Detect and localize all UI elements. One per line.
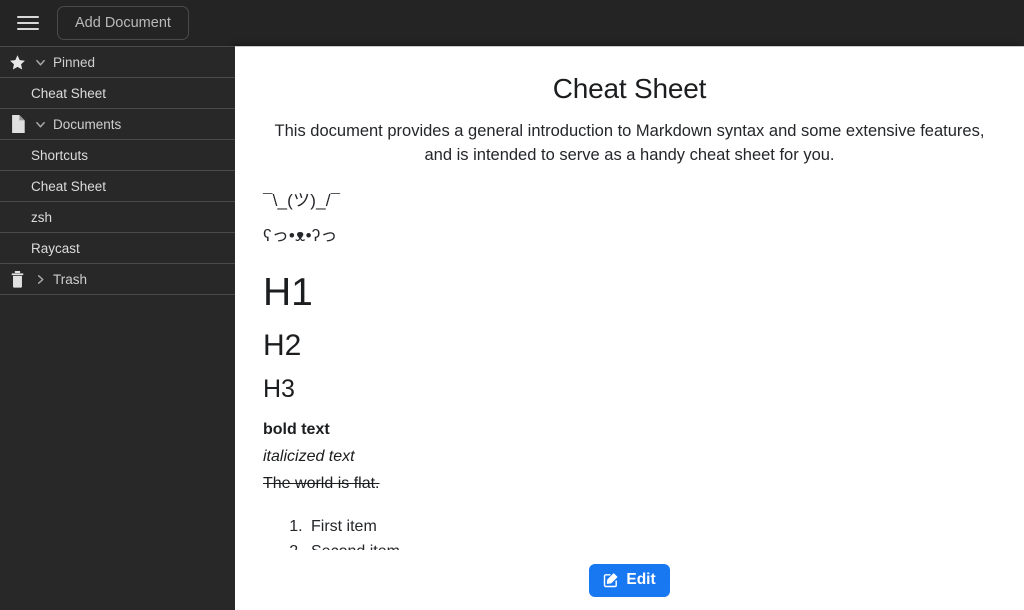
document-title: Cheat Sheet — [552, 73, 707, 104]
chevron-down-icon[interactable] — [30, 57, 50, 68]
document-scroll-area: Cheat Sheet This document provides a gen… — [235, 47, 1024, 610]
italic-text-sample: italicized text — [263, 448, 355, 466]
app-window: Add Document Pinned Cheat Sheet Document… — [0, 0, 1024, 610]
sidebar-item-shortcuts[interactable]: Shortcuts — [0, 140, 235, 171]
hamburger-bar — [17, 28, 39, 30]
sidebar-item-label: Raycast — [31, 240, 80, 256]
pencil-square-edit-icon — [603, 572, 619, 588]
sidebar-group-label: Pinned — [53, 54, 96, 70]
sidebar-item-label: Cheat Sheet — [31, 178, 107, 194]
bold-text-sample: bold text — [263, 421, 330, 439]
strikethrough-text-sample: The world is flat. — [263, 475, 380, 493]
sidebar-item-pinned-cheat-sheet[interactable]: Cheat Sheet — [0, 78, 235, 109]
list-item: First item — [307, 515, 996, 539]
chevron-right-icon[interactable] — [30, 274, 50, 285]
star-icon — [4, 54, 30, 71]
top-bar: Add Document — [0, 0, 1024, 46]
hamburger-bar — [17, 16, 39, 18]
kaomoji-shrug: ¯\_(ツ)_/¯ — [263, 190, 341, 210]
edit-button[interactable]: Edit — [589, 563, 670, 597]
chevron-down-icon[interactable] — [30, 119, 50, 130]
sidebar-group-documents[interactable]: Documents — [0, 109, 235, 140]
document-intro-paragraph: This document provides a general introdu… — [274, 122, 985, 165]
sidebar-item-label: Cheat Sheet — [31, 85, 107, 101]
edit-action-bar: Edit — [235, 550, 1024, 610]
heading-h3: H3 — [263, 375, 295, 404]
sidebar-group-pinned[interactable]: Pinned — [0, 47, 235, 78]
document-icon — [4, 115, 30, 133]
kaomoji-bear-hug: ʕっ•ᴥ•ʔっ — [263, 225, 338, 245]
sidebar: Pinned Cheat Sheet Documents Shortcuts C… — [0, 46, 235, 610]
document-viewer: Cheat Sheet This document provides a gen… — [235, 46, 1024, 610]
sidebar-item-label: Shortcuts — [31, 147, 89, 163]
sidebar-group-label: Documents — [53, 116, 122, 132]
body-split: Pinned Cheat Sheet Documents Shortcuts C… — [0, 46, 1024, 610]
sidebar-group-trash[interactable]: Trash — [0, 264, 235, 295]
heading-h2: H2 — [263, 328, 302, 362]
edit-button-label: Edit — [626, 571, 656, 588]
sidebar-item-cheat-sheet[interactable]: Cheat Sheet — [0, 171, 235, 202]
add-document-button[interactable]: Add Document — [57, 6, 189, 40]
sidebar-item-label: zsh — [31, 209, 53, 225]
trash-icon — [4, 270, 30, 288]
sidebar-item-raycast[interactable]: Raycast — [0, 233, 235, 264]
sidebar-item-zsh[interactable]: zsh — [0, 202, 235, 233]
hamburger-menu-icon[interactable] — [13, 8, 43, 38]
hamburger-bar — [17, 22, 39, 24]
sidebar-group-label: Trash — [53, 271, 88, 287]
heading-h1: H1 — [263, 271, 313, 315]
